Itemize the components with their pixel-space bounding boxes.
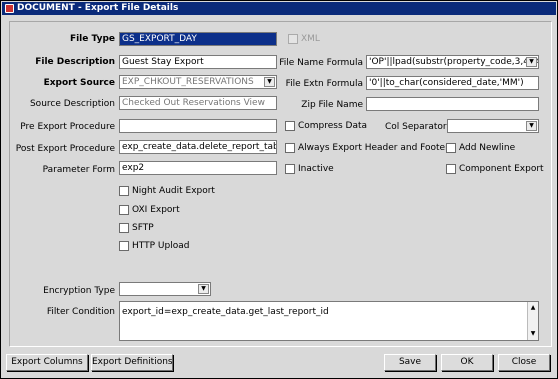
post-export-procedure-label: Post Export Procedure bbox=[15, 144, 115, 154]
filter-condition-scrollbar[interactable]: ▲ ▼ bbox=[527, 302, 538, 340]
http-upload-label: HTTP Upload bbox=[132, 241, 190, 251]
col-separator-field[interactable]: ▼ bbox=[447, 119, 539, 133]
encryption-type-label: Encryption Type bbox=[43, 286, 115, 296]
source-description-value: Checked Out Reservations View bbox=[122, 98, 265, 108]
file-name-formula-dropdown-icon[interactable]: ▼ bbox=[526, 57, 537, 67]
night-audit-export-checkbox[interactable] bbox=[119, 186, 129, 196]
zip-file-name-field[interactable] bbox=[366, 97, 539, 111]
title-bar: DOCUMENT - Export File Details bbox=[2, 2, 556, 15]
always-export-header-footer-checkbox[interactable] bbox=[285, 143, 295, 153]
file-type-field[interactable]: GS_EXPORT_DAY bbox=[119, 32, 277, 46]
export-source-label: Export Source bbox=[43, 78, 115, 88]
add-newline-checkbox[interactable] bbox=[446, 143, 456, 153]
file-extn-formula-label: File Extn Formula bbox=[285, 79, 363, 89]
pre-export-procedure-field[interactable] bbox=[119, 119, 277, 133]
always-export-header-footer-label: Always Export Header and Footer bbox=[298, 143, 449, 153]
add-newline-label: Add Newline bbox=[459, 143, 516, 153]
xml-checkbox[interactable] bbox=[288, 34, 298, 44]
oxi-export-label: OXI Export bbox=[132, 205, 180, 215]
parameter-form-field[interactable]: exp2 bbox=[119, 161, 277, 175]
encryption-type-dropdown-icon[interactable]: ▼ bbox=[198, 284, 209, 294]
post-export-procedure-value: exp_create_data.delete_report_table bbox=[122, 142, 277, 152]
sftp-label: SFTP bbox=[132, 223, 154, 233]
file-description-field[interactable]: Guest Stay Export bbox=[119, 55, 277, 69]
http-upload-checkbox[interactable] bbox=[119, 241, 129, 251]
compress-data-label: Compress Data bbox=[298, 121, 368, 131]
filter-condition-textarea[interactable]: export_id=exp_create_data.get_last_repor… bbox=[119, 301, 539, 341]
file-name-formula-value: 'OP'||lpad(substr(property_code,3,4),4 bbox=[369, 57, 539, 67]
export-definitions-button[interactable]: Export Definitions bbox=[91, 354, 173, 371]
file-extn-formula-value: '0'||to_char(considered_date,'MM') bbox=[369, 78, 524, 88]
encryption-type-field[interactable]: ▼ bbox=[119, 282, 211, 296]
file-extn-formula-field[interactable]: '0'||to_char(considered_date,'MM') bbox=[366, 76, 539, 90]
ok-button[interactable]: OK bbox=[441, 354, 493, 371]
scroll-down-icon[interactable]: ▼ bbox=[528, 329, 538, 339]
export-source-value: EXP_CHKOUT_RESERVATIONS bbox=[122, 77, 254, 87]
sftp-checkbox[interactable] bbox=[119, 223, 129, 233]
source-description-label: Source Description bbox=[29, 99, 115, 109]
export-file-details-window: DOCUMENT - Export File Details File Type… bbox=[0, 0, 558, 379]
compress-data-checkbox[interactable] bbox=[285, 121, 295, 131]
filter-condition-value: export_id=exp_create_data.get_last_repor… bbox=[122, 307, 329, 317]
oxi-export-checkbox[interactable] bbox=[119, 205, 129, 215]
file-description-value: Guest Stay Export bbox=[122, 57, 204, 67]
source-description-field[interactable]: Checked Out Reservations View bbox=[119, 96, 277, 110]
inactive-label: Inactive bbox=[298, 164, 334, 174]
night-audit-export-label: Night Audit Export bbox=[132, 186, 215, 196]
parameter-form-label: Parameter Form bbox=[42, 165, 115, 175]
inactive-checkbox[interactable] bbox=[285, 164, 295, 174]
parameter-form-value: exp2 bbox=[122, 163, 145, 173]
filter-condition-label: Filter Condition bbox=[46, 307, 115, 317]
close-button[interactable]: Close bbox=[498, 354, 550, 371]
window-title: DOCUMENT - Export File Details bbox=[17, 3, 179, 13]
file-name-formula-field[interactable]: 'OP'||lpad(substr(property_code,3,4),4 ▼ bbox=[366, 55, 539, 69]
file-type-value: GS_EXPORT_DAY bbox=[122, 34, 197, 44]
component-export-label: Component Export bbox=[459, 164, 544, 174]
file-description-label: File Description bbox=[35, 57, 115, 67]
file-name-formula-label: File Name Formula bbox=[279, 58, 363, 68]
export-source-field[interactable]: EXP_CHKOUT_RESERVATIONS ▼ bbox=[119, 75, 277, 89]
details-panel bbox=[9, 21, 552, 347]
app-icon bbox=[5, 4, 14, 13]
component-export-checkbox[interactable] bbox=[446, 164, 456, 174]
pre-export-procedure-label: Pre Export Procedure bbox=[20, 122, 115, 132]
col-separator-label: Col Separator bbox=[385, 122, 447, 132]
export-columns-button[interactable]: Export Columns bbox=[6, 354, 88, 371]
save-button[interactable]: Save bbox=[384, 354, 436, 371]
xml-label: XML bbox=[301, 34, 320, 44]
file-type-label: File Type bbox=[69, 34, 115, 44]
post-export-procedure-field[interactable]: exp_create_data.delete_report_table bbox=[119, 140, 277, 154]
scroll-up-icon[interactable]: ▲ bbox=[528, 303, 538, 313]
col-separator-dropdown-icon[interactable]: ▼ bbox=[526, 121, 537, 131]
zip-file-name-label: Zip File Name bbox=[301, 100, 363, 110]
